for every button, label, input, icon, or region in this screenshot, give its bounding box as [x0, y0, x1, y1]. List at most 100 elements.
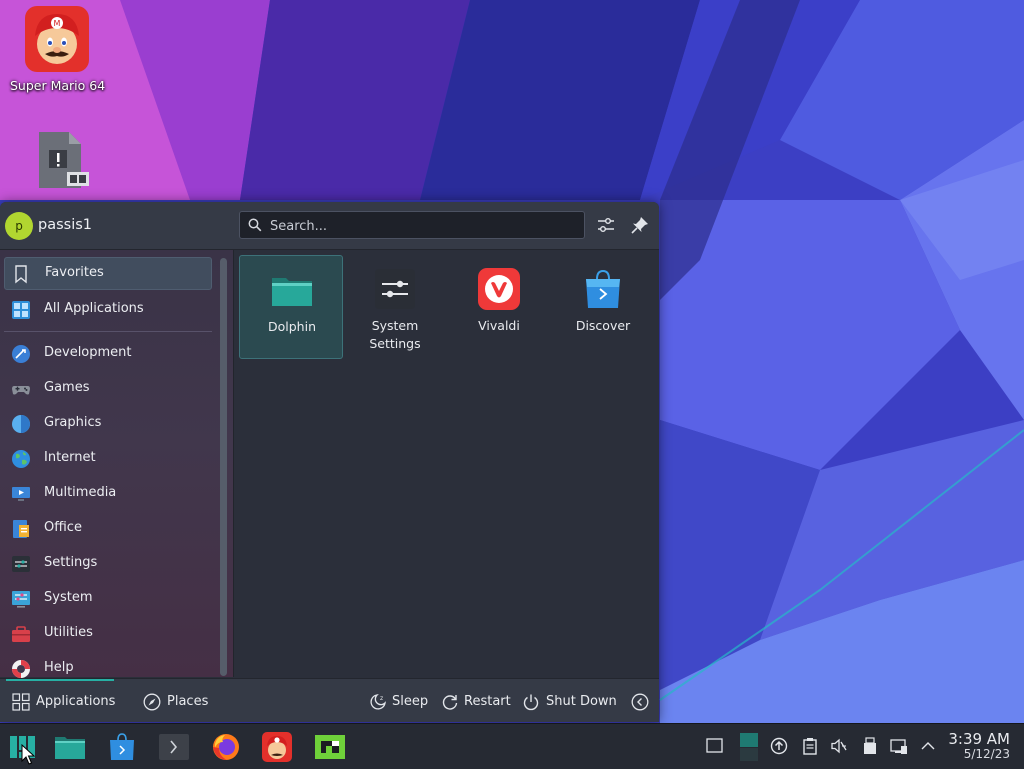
sleep-button[interactable]: z Sleep: [369, 691, 429, 713]
office-icon: [13, 520, 29, 538]
clipboard-icon: [803, 738, 817, 755]
mario-icon: M: [25, 6, 89, 72]
application-launcher: p passis1 Search... Favorites All Applic…: [0, 202, 659, 722]
search-box[interactable]: [239, 211, 585, 239]
sidebar-item-multimedia[interactable]: Multimedia: [4, 477, 212, 510]
sidebar-item-all-applications[interactable]: All Applications: [4, 293, 212, 326]
svg-text:z: z: [380, 695, 383, 702]
taskbar-game-app[interactable]: [314, 732, 345, 762]
avatar[interactable]: p: [5, 212, 33, 240]
sidebar-item-system[interactable]: System: [4, 582, 212, 615]
desktop-icon-script-file[interactable]: [30, 130, 90, 190]
lifebuoy-icon: [12, 660, 30, 678]
restart-label: Restart: [464, 694, 511, 709]
network-tray-icon[interactable]: [890, 737, 908, 755]
sidebar-divider: [233, 250, 234, 677]
taskbar-dolphin[interactable]: [54, 732, 85, 762]
sidebar-item-label: Development: [44, 345, 132, 360]
clock-date[interactable]: 5/12/23: [964, 747, 1010, 761]
tab-places[interactable]: Places: [143, 691, 213, 713]
usb-tray-icon[interactable]: [861, 737, 879, 755]
sidebar-item-label: Office: [44, 520, 82, 535]
sidebar-item-development[interactable]: Development: [4, 337, 212, 370]
updates-tray-icon[interactable]: [770, 737, 788, 755]
taskbar-konsole[interactable]: [158, 732, 189, 762]
graphics-icon: [12, 415, 30, 433]
script-file-icon: [35, 130, 89, 190]
sidebar-separator: [4, 331, 212, 332]
sidebar-item-games[interactable]: Games: [4, 372, 212, 405]
power-icon: [523, 694, 539, 711]
sliders-icon: [598, 217, 614, 232]
desktop-icon-label: Super Mario 64: [10, 78, 106, 93]
sleep-label: Sleep: [392, 694, 429, 709]
terminal-icon: [159, 734, 189, 760]
sidebar-item-label: Favorites: [45, 265, 104, 280]
system-settings-icon: [375, 269, 415, 309]
development-icon: [12, 345, 30, 363]
taskbar-super-mario[interactable]: [262, 732, 292, 762]
search-input[interactable]: [268, 215, 572, 237]
game-app-icon: [315, 735, 345, 759]
tray-expander[interactable]: [919, 737, 937, 755]
mouse-cursor-icon: [21, 744, 35, 765]
active-tab-indicator: [6, 679, 114, 681]
clock-time[interactable]: 3:39 AM: [948, 730, 1010, 748]
pin-button[interactable]: [629, 214, 651, 236]
pager-button[interactable]: [740, 733, 758, 761]
taskbar-firefox[interactable]: [211, 732, 241, 762]
shutdown-button[interactable]: Shut Down: [522, 691, 617, 713]
tab-applications-label: Applications: [36, 694, 116, 709]
app-tile-system-settings[interactable]: System Settings: [343, 255, 447, 359]
taskbar: 3:39 AM 5/12/23: [0, 723, 1024, 769]
app-tile-discover[interactable]: Discover: [551, 255, 655, 359]
configure-button[interactable]: [595, 214, 617, 236]
app-tile-label: Vivaldi: [478, 318, 520, 333]
sidebar-item-favorites[interactable]: Favorites: [4, 257, 212, 290]
globe-icon: [12, 450, 30, 468]
multimedia-icon: [12, 487, 30, 501]
show-desktop-button[interactable]: [706, 737, 724, 755]
sidebar-item-label: Internet: [44, 450, 96, 465]
pin-icon: [631, 217, 648, 234]
gamepad-icon: [12, 386, 30, 395]
launcher-header: p passis1: [0, 202, 659, 250]
compass-icon: [143, 693, 161, 711]
folder-icon: [272, 278, 312, 306]
network-icon: [890, 739, 907, 754]
sidebar-item-utilities[interactable]: Utilities: [4, 617, 212, 650]
launcher-footer: Applications Places z Sleep Restart Shut…: [0, 678, 659, 722]
bookmark-icon: [15, 265, 27, 284]
mario-icon: [262, 732, 292, 762]
app-tile-dolphin[interactable]: Dolphin: [239, 255, 343, 359]
svg-text:M: M: [54, 19, 61, 28]
sidebar-item-graphics[interactable]: Graphics: [4, 407, 212, 440]
app-tile-vivaldi[interactable]: Vivaldi: [447, 255, 551, 359]
clipboard-tray-icon[interactable]: [801, 737, 819, 755]
app-tile-label: Dolphin: [268, 319, 316, 334]
tab-applications[interactable]: Applications: [12, 691, 116, 713]
firefox-icon: [213, 734, 239, 760]
desktop-icon-super-mario[interactable]: M Super Mario 64: [10, 6, 106, 93]
restart-button[interactable]: Restart: [441, 691, 511, 713]
sidebar-item-settings[interactable]: Settings: [4, 547, 212, 580]
app-tile-label: System Settings: [369, 318, 421, 351]
more-session-button[interactable]: [631, 691, 651, 713]
sidebar-item-label: All Applications: [44, 301, 144, 316]
taskbar-discover[interactable]: [108, 732, 138, 762]
utilities-icon: [12, 626, 30, 642]
sidebar-item-internet[interactable]: Internet: [4, 442, 212, 475]
restart-icon: [442, 695, 458, 710]
user-name: passis1: [38, 217, 93, 233]
update-icon: [770, 737, 788, 755]
sidebar-item-office[interactable]: Office: [4, 512, 212, 545]
sidebar-scrollbar[interactable]: [220, 258, 227, 676]
window-icon: [706, 738, 723, 753]
sleep-icon: z: [370, 694, 386, 710]
app-tile-label: Discover: [575, 318, 631, 333]
sidebar-item-label: Help: [44, 660, 74, 675]
sidebar-item-label: Graphics: [44, 415, 102, 430]
volume-tray-icon[interactable]: [830, 737, 848, 755]
settings-icon: [12, 556, 30, 572]
folder-icon: [55, 737, 85, 759]
